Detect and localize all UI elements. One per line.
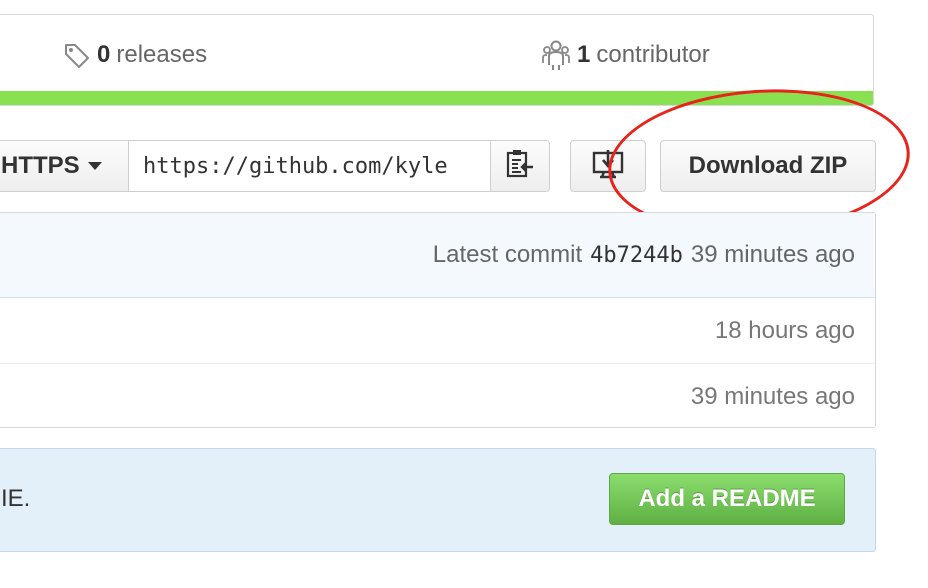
releases-label: releases: [116, 41, 208, 68]
download-zip-button[interactable]: Download ZIP: [660, 140, 876, 192]
clone-in-desktop-button[interactable]: [570, 140, 646, 192]
file-table: Latest commit 4b7244b 39 minutes ago 18 …: [0, 212, 876, 428]
file-age: 39 minutes ago: [690, 382, 855, 410]
contributors-label: contributor: [596, 41, 710, 68]
file-row[interactable]: 39 minutes ago: [0, 364, 875, 427]
readme-prompt-text: IE.: [1, 485, 31, 512]
caret-down-icon: [87, 162, 102, 170]
readme-prompt: IE. Add a README: [0, 448, 876, 552]
protocol-select-button[interactable]: HTTPS: [0, 141, 129, 191]
commit-sha-link[interactable]: 4b7244b: [590, 243, 683, 268]
protocol-label: HTTPS: [1, 152, 80, 179]
language-bar[interactable]: [0, 91, 873, 105]
people-icon: [541, 39, 571, 71]
clone-url-input[interactable]: [129, 141, 491, 191]
commit-age: 39 minutes ago: [690, 241, 855, 268]
repo-summary: 0 releases 1 contributor: [0, 14, 874, 106]
releases-link[interactable]: 0 releases: [63, 37, 207, 73]
latest-commit-label: Latest commit: [432, 241, 583, 268]
copy-to-clipboard-button[interactable]: [491, 141, 549, 191]
commit-tease: Latest commit 4b7244b 39 minutes ago: [0, 213, 875, 298]
clipboard-icon: [505, 148, 535, 185]
contributors-count: 1: [577, 41, 591, 68]
tag-icon: [63, 41, 91, 69]
add-readme-button[interactable]: Add a README: [609, 473, 845, 525]
releases-count: 0: [97, 41, 111, 68]
file-age: 18 hours ago: [714, 316, 855, 344]
clone-url-group: HTTPS: [0, 140, 550, 192]
file-row[interactable]: 18 hours ago: [0, 298, 875, 364]
contributors-link[interactable]: 1 contributor: [541, 37, 710, 73]
desktop-download-icon: [591, 148, 625, 185]
